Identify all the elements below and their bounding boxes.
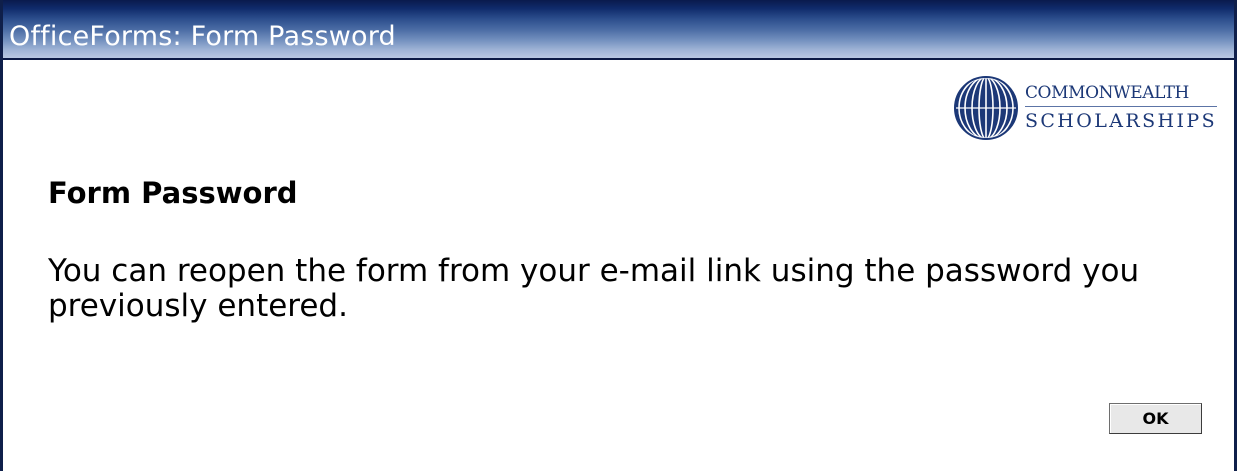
dialog-window: OfficeForms: Form Password COMMONWEALTH … (0, 0, 1237, 471)
globe-icon (953, 76, 1018, 140)
logo-line-commonwealth: COMMONWEALTH (1024, 85, 1217, 107)
window-title: OfficeForms: Form Password (9, 21, 396, 52)
commonwealth-scholarships-logo: COMMONWEALTH SCHOLARSHIPS (953, 75, 1217, 141)
ok-button[interactable]: OK (1109, 403, 1202, 434)
logo-wordmark: COMMONWEALTH SCHOLARSHIPS (1024, 85, 1217, 132)
dialog-heading: Form Password (48, 176, 298, 210)
logo-line-scholarships: SCHOLARSHIPS (1024, 110, 1217, 132)
dialog-message: You can reopen the form from your e-mail… (48, 253, 1140, 324)
title-bar[interactable]: OfficeForms: Form Password (3, 0, 1234, 60)
